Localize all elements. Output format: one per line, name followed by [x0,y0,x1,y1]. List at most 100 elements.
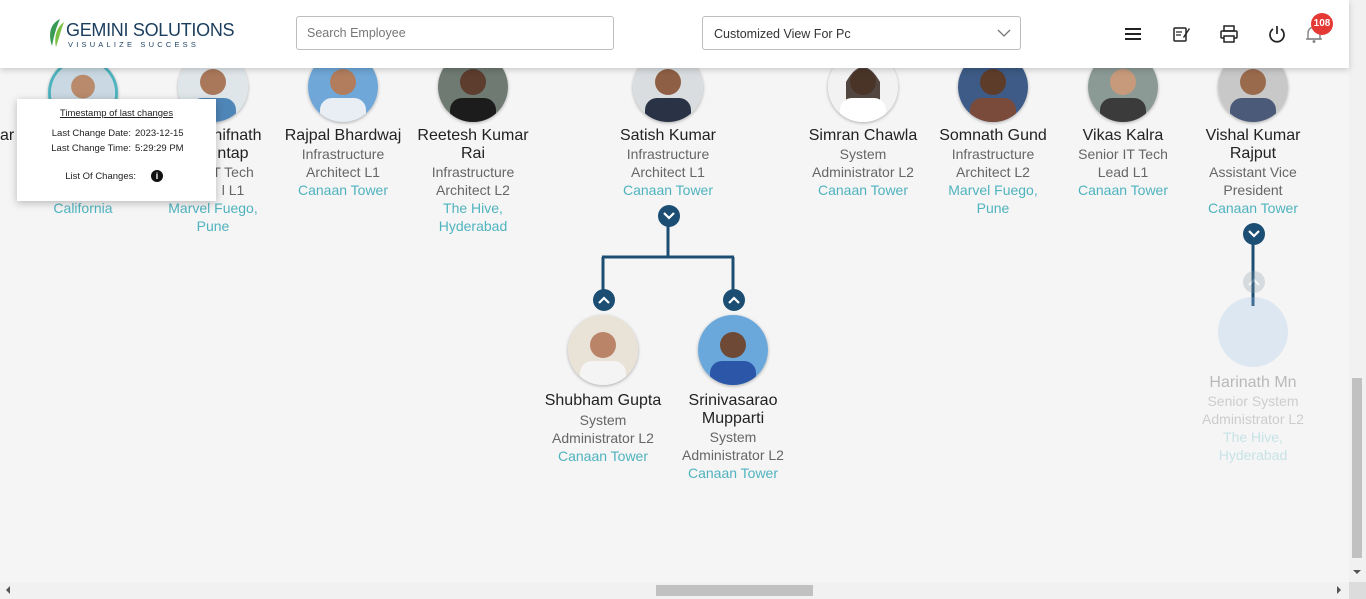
employee-location: Hyderabad [1218,447,1288,463]
leaf-logo-icon [50,19,64,47]
employee-role: Infrastructure [626,146,710,162]
employee-name: Vishal Kumar [1205,127,1301,144]
date-value: 2023-12-15 [135,128,184,139]
print-icon[interactable] [1219,24,1239,44]
top-header: GEMINI SOLUTIONS VISUALIZE SUCCESS Custo… [0,0,1349,68]
employee-role: Infrastructure [431,164,515,180]
employee-name: Harinath Mn [1209,374,1297,391]
employee-location: The Hive, [443,200,503,216]
employee-location: Canaan Tower [622,182,714,198]
notification-count-badge: 108 [1311,13,1333,35]
employee-role: System [579,412,627,428]
employee-card[interactable]: Somnath Gund Infrastructure Architect L2… [928,127,1058,217]
power-icon[interactable] [1267,24,1287,44]
search-employee-input[interactable] [296,16,614,50]
employee-location: Canaan Tower [1207,200,1299,216]
employee-role: Administrator L2 [682,447,784,463]
employee-name: Satish Kumar [619,127,717,144]
employee-name: Simran Chawla [808,127,918,144]
collapse-toggle-button[interactable] [658,205,680,227]
employee-card[interactable]: Simran Chawla System Administrator L2 Ca… [798,127,928,199]
employee-card[interactable]: Reetesh Kumar Rai Infrastructure Archite… [408,127,538,235]
employee-card[interactable]: Srinivasarao Mupparti System Administrat… [668,392,798,482]
view-select-value: Customized View For Pc [714,27,851,41]
employee-role: Infrastructure [951,146,1035,162]
employee-location: Canaan Tower [557,448,649,464]
employee-location: Marvel Fuego, [948,182,1038,198]
chevron-up-icon [1248,278,1260,286]
employee-name: Mupparti [701,410,765,427]
employee-name: Rajpal Bhardwaj [284,127,402,144]
info-icon[interactable]: i [151,170,163,182]
edit-note-icon[interactable] [1171,24,1191,44]
employee-location: Hyderabad [438,218,508,234]
employee-role: President [1223,182,1283,198]
employee-name-fragment: ar [0,127,15,144]
expand-toggle-button[interactable] [593,289,615,311]
employee-role: Administrator L2 [552,430,654,446]
employee-location: Pune [976,200,1010,216]
employee-role: System [709,429,757,445]
collapse-toggle-button[interactable] [1243,223,1265,245]
employee-location: California [53,200,113,216]
employee-avatar[interactable] [1218,297,1288,367]
employee-card[interactable]: Harinath Mn Senior System Administrator … [1188,374,1318,464]
employee-card[interactable]: Rajpal Bhardwaj Infrastructure Architect… [278,127,408,199]
employee-card[interactable]: Satish Kumar Infrastructure Architect L1… [603,127,733,199]
chevron-down-icon [663,212,675,220]
employee-role: Lead L1 [1097,164,1149,180]
chevron-down-icon [997,29,1011,37]
employee-location: The Hive, [1223,429,1283,445]
company-logo[interactable]: GEMINI SOLUTIONS VISUALIZE SUCCESS [46,16,235,52]
vertical-scroll-thumb[interactable] [1352,378,1362,558]
employee-role: Architect L2 [956,164,1030,180]
employee-role: Architect L2 [436,182,510,198]
chevron-up-icon [728,296,740,304]
employee-role: Administrator L2 [1202,411,1304,427]
employee-name: Somnath Gund [939,127,1047,144]
popup-title: Timestamp of last changes [59,108,174,119]
employee-role: Architect L1 [631,164,705,180]
expand-toggle-button[interactable] [1243,271,1265,293]
scroll-left-arrow[interactable] [2,586,10,594]
scroll-right-arrow[interactable] [1337,586,1345,594]
menu-icon[interactable] [1123,24,1143,44]
employee-name: Shubham Gupta [544,392,662,409]
chevron-down-icon [1248,230,1260,238]
time-value: 5:29:29 PM [135,143,184,154]
employee-location: Canaan Tower [297,182,389,198]
employee-card[interactable]: California [18,199,148,217]
time-label: Last Change Time: [51,143,131,154]
employee-name: Vikas Kalra [1082,127,1164,144]
employee-role: Architect L1 [306,164,380,180]
scroll-down-arrow[interactable] [1353,570,1361,578]
employee-location: Canaan Tower [687,465,779,481]
scrollbar-corner [1349,582,1366,599]
employee-role: System [839,146,887,162]
employee-card[interactable]: Shubham Gupta System Administrator L2 Ca… [538,392,668,465]
employee-location: Pune [196,218,230,234]
employee-name: Rai [460,145,485,162]
employee-avatar[interactable] [568,315,638,385]
employee-role: Administrator L2 [812,164,914,180]
employee-role: Assistant Vice [1209,164,1297,180]
employee-avatar[interactable] [698,315,768,385]
employee-role: Senior IT Tech [1078,146,1168,162]
logo-subtitle: VISUALIZE SUCCESS [68,40,200,49]
employee-role: Senior System [1207,393,1299,409]
employee-location: Marvel Fuego, [168,200,258,216]
employee-role: Infrastructure [301,146,385,162]
employee-location: Canaan Tower [817,182,909,198]
employee-location: Canaan Tower [1077,182,1169,198]
employee-card[interactable]: Vikas Kalra Senior IT Tech Lead L1 Canaa… [1058,127,1188,199]
employee-name: Reetesh Kumar [417,127,529,144]
changes-label: List Of Changes: [65,171,136,182]
view-select-dropdown[interactable]: Customized View For Pc [702,16,1021,50]
date-label: Last Change Date: [51,128,131,139]
employee-card[interactable]: Vishal Kumar Rajput Assistant Vice Presi… [1188,127,1318,217]
logo-title: GEMINI SOLUTIONS [66,20,235,40]
employee-name: Srinivasarao [688,392,778,409]
expand-toggle-button[interactable] [723,289,745,311]
horizontal-scroll-thumb[interactable] [656,585,813,596]
chevron-up-icon [598,296,610,304]
